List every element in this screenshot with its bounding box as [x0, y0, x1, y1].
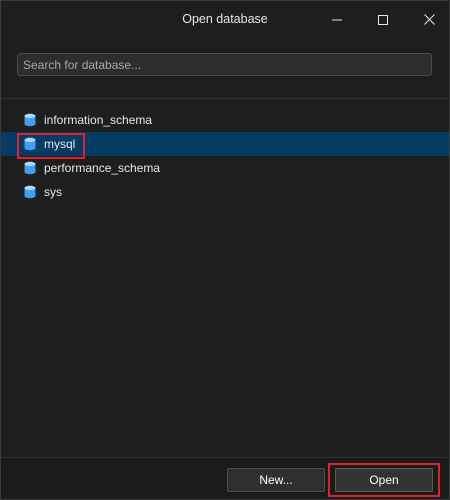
- database-icon: [24, 137, 36, 151]
- database-item-information-schema[interactable]: information_schema: [1, 108, 449, 132]
- database-item-label: information_schema: [44, 113, 153, 127]
- database-icon: [24, 113, 36, 127]
- dialog-footer: New... Open: [1, 458, 449, 499]
- close-button[interactable]: [406, 1, 450, 38]
- search-input[interactable]: [17, 53, 432, 76]
- open-button[interactable]: Open: [335, 468, 433, 492]
- list-separator: [1, 98, 449, 99]
- database-item-performance-schema[interactable]: performance_schema: [1, 156, 449, 180]
- maximize-button[interactable]: [360, 1, 406, 38]
- database-list: information_schema mysql performance_sch…: [1, 108, 449, 204]
- database-item-label: sys: [44, 185, 62, 199]
- minimize-icon: [332, 19, 342, 20]
- title-bar: Open database: [1, 1, 449, 38]
- new-database-button[interactable]: New...: [227, 468, 325, 492]
- database-item-sys[interactable]: sys: [1, 180, 449, 204]
- database-item-mysql[interactable]: mysql: [1, 132, 449, 159]
- database-icon: [24, 161, 36, 175]
- minimize-button[interactable]: [314, 1, 360, 38]
- maximize-icon: [378, 14, 388, 25]
- close-icon: [423, 14, 435, 25]
- database-item-label: performance_schema: [44, 161, 161, 175]
- database-icon: [24, 185, 36, 199]
- database-item-label: mysql: [44, 137, 76, 151]
- open-database-dialog: Open database informatio: [0, 0, 450, 500]
